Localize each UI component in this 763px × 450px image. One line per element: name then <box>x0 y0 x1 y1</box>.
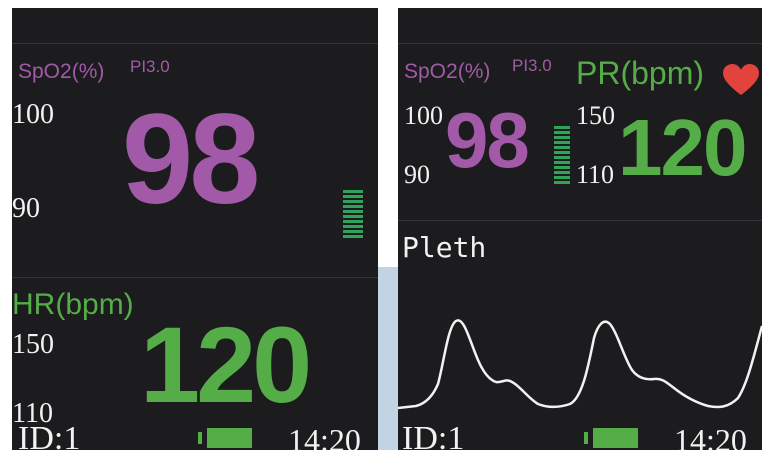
pr-lower-limit: 110 <box>576 160 615 189</box>
signal-bar-segment <box>343 230 363 233</box>
hr-value: 120 <box>140 304 312 425</box>
signal-strength-bar <box>554 126 570 186</box>
middle-divider <box>398 220 762 221</box>
right-monitor-screen: SpO2(%) PI3.0 PR(bpm) 100 90 98 150 110 … <box>398 8 762 450</box>
signal-bar-segment <box>343 235 363 238</box>
pleth-waveform <box>398 319 762 410</box>
middle-divider <box>12 277 378 278</box>
clock: 14:20 <box>674 422 747 450</box>
signal-bar-segment <box>554 151 570 154</box>
signal-bar-segment <box>554 131 570 134</box>
patient-id: ID:1 <box>402 420 465 450</box>
pr-value: 120 <box>618 103 747 192</box>
signal-bar-segment <box>554 141 570 144</box>
clock: 14:20 <box>288 422 361 450</box>
signal-bar-segment <box>343 200 363 203</box>
signal-bar-segment <box>343 205 363 208</box>
signal-bar-segment <box>554 146 570 149</box>
spo2-value: 98 <box>445 96 530 184</box>
pi-label: PI3.0 <box>130 57 170 76</box>
spo2-upper-limit: 100 <box>12 99 54 130</box>
signal-bar-segment <box>343 220 363 223</box>
patient-id: ID:1 <box>18 420 81 450</box>
spo2-label: SpO2(%) <box>18 60 105 83</box>
signal-bar-segment <box>343 210 363 213</box>
pr-label: PR(bpm) <box>576 55 705 91</box>
hr-upper-limit: 150 <box>12 329 54 360</box>
top-divider <box>12 43 378 44</box>
signal-bar-segment <box>343 195 363 198</box>
signal-bar-segment <box>343 225 363 228</box>
heart-icon <box>723 64 759 95</box>
left-monitor-screen: SpO2(%) PI3.0 100 90 98 HR(bpm) 150 110 … <box>12 8 378 450</box>
top-divider <box>398 43 762 44</box>
signal-bar-segment <box>554 166 570 169</box>
spo2-label: SpO2(%) <box>404 60 491 83</box>
signal-strength-bar <box>343 190 363 240</box>
pi-label: PI3.0 <box>512 56 552 75</box>
signal-bar-segment <box>554 161 570 164</box>
signal-bar-segment <box>554 156 570 159</box>
signal-bar-segment <box>554 181 570 184</box>
signal-bar-segment <box>554 176 570 179</box>
spo2-lower-limit: 90 <box>404 160 430 189</box>
hr-label: HR(bpm) <box>12 288 134 321</box>
spo2-upper-limit: 100 <box>404 101 443 130</box>
signal-bar-segment <box>554 126 570 129</box>
spo2-lower-limit: 90 <box>12 193 40 224</box>
signal-bar-segment <box>343 215 363 218</box>
background-strip <box>378 267 398 450</box>
pleth-label: Pleth <box>402 231 487 264</box>
spo2-value: 98 <box>122 88 260 231</box>
pr-upper-limit: 150 <box>576 101 615 130</box>
signal-bar-segment <box>554 171 570 174</box>
signal-bar-segment <box>343 190 363 193</box>
signal-bar-segment <box>554 136 570 139</box>
